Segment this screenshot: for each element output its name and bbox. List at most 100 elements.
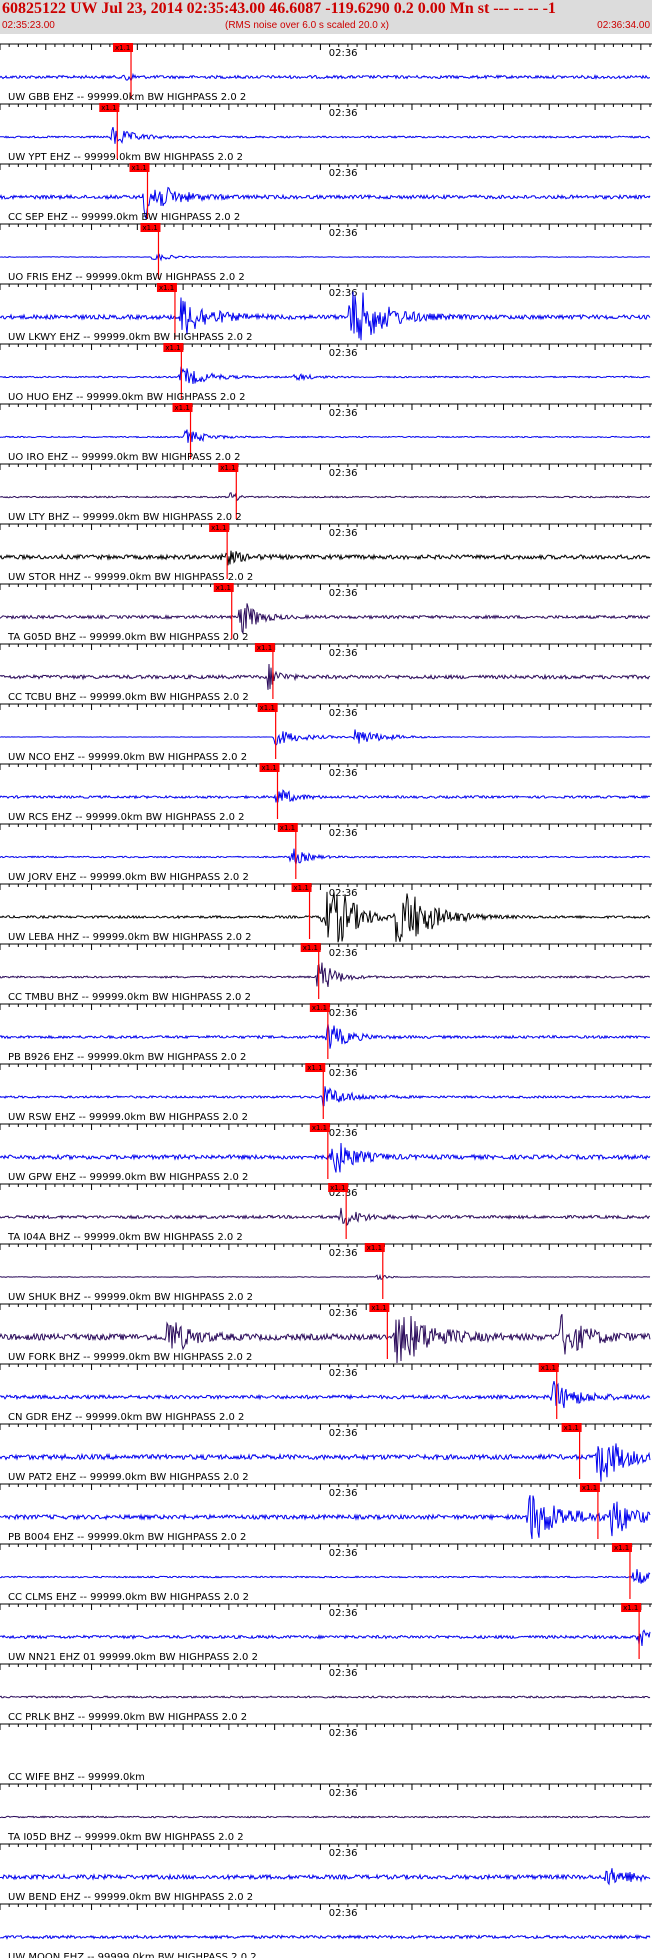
- pick-label: x1.1: [211, 524, 226, 532]
- trace-label: UW BEND EHZ -- 99999.0km BW HIGHPASS 2.0…: [8, 1892, 253, 1903]
- minute-label: 02:36: [329, 108, 358, 119]
- tick-marks-21: [0, 1304, 651, 1310]
- waveform-trace: [0, 729, 651, 746]
- trace-label: UW STOR HHZ -- 99999.0km BW HIGHPASS 2.0…: [8, 572, 253, 583]
- pick-marker: x1.1: [218, 463, 239, 519]
- minute-label: 02:36: [329, 1488, 358, 1499]
- minute-label: 02:36: [329, 828, 358, 839]
- waveform-trace: [0, 1086, 651, 1107]
- tick-marks-25: [0, 1544, 651, 1550]
- pick-label: x1.1: [623, 1604, 638, 1612]
- tick-marks-15: [0, 944, 651, 950]
- tick-marks-2: [0, 164, 651, 170]
- minute-label: 02:36: [329, 48, 358, 59]
- waveform-trace: [0, 789, 651, 803]
- tick-marks-23: [0, 1424, 651, 1430]
- minute-label: 02:36: [329, 228, 358, 239]
- tick-marks-24: [0, 1484, 651, 1490]
- minute-label: 02:36: [329, 1848, 358, 1859]
- waveform-trace: [0, 1629, 651, 1647]
- trace-label: UW NCO EHZ -- 99999.0km BW HIGHPASS 2.0 …: [8, 752, 247, 763]
- pick-label: x1.1: [131, 164, 146, 172]
- trace-label: UW GBB EHZ -- 99999.0km BW HIGHPASS 2.0 …: [8, 92, 246, 103]
- pick-label: x1.1: [142, 224, 157, 232]
- trace-label: UW JORV EHZ -- 99999.0km BW HIGHPASS 2.0…: [8, 872, 249, 883]
- trace-label: UW GPW EHZ -- 99999.0km BW HIGHPASS 2.0 …: [8, 1172, 248, 1183]
- tick-marks-27: [0, 1664, 651, 1670]
- end-time: 02:36:34.00: [597, 20, 650, 31]
- pick-label: x1.1: [280, 824, 295, 832]
- pick-marker: x1.1: [291, 883, 312, 939]
- trace-label: UO HUO EHZ -- 99999.0km BW HIGHPASS 2.0 …: [8, 392, 245, 403]
- waveform-trace: [0, 1868, 651, 1886]
- pick-label: x1.1: [115, 44, 130, 52]
- pick-label: x1.1: [261, 764, 276, 772]
- waveform-trace: [0, 1380, 651, 1409]
- tick-marks-13: [0, 824, 651, 830]
- tick-marks-28: [0, 1724, 651, 1730]
- pick-marker: x1.1: [156, 283, 177, 339]
- trace-label: UW LKWY EHZ -- 99999.0km BW HIGHPASS 2.0…: [8, 332, 253, 343]
- minute-label: 02:36: [329, 948, 358, 959]
- pick-marker: x1.1: [113, 43, 134, 99]
- minute-label: 02:36: [329, 1308, 358, 1319]
- pick-label: x1.1: [367, 1244, 382, 1252]
- trace-label: TA G05D BHZ -- 99999.0km BW HIGHPASS 2.0…: [7, 632, 248, 643]
- pick-marker: x1.1: [561, 1423, 582, 1479]
- minute-label: 02:36: [329, 708, 358, 719]
- pick-label: x1.1: [260, 704, 275, 712]
- waveform-trace: [0, 1207, 651, 1227]
- waveform-trace: [0, 962, 650, 987]
- tick-marks-1: [0, 104, 651, 110]
- trace-label: UW RSW EHZ -- 99999.0km BW HIGHPASS 2.0 …: [8, 1112, 248, 1123]
- minute-label: 02:36: [329, 1068, 358, 1079]
- tick-marks-9: [0, 584, 651, 590]
- pick-label: x1.1: [312, 1124, 327, 1132]
- trace-label: TA I04A BHZ -- 99999.0km BW HIGHPASS 2.0…: [7, 1232, 243, 1243]
- waveform-trace: [0, 429, 651, 443]
- trace-label: CC WIFE BHZ -- 99999.0km: [8, 1772, 145, 1783]
- trace-label: UO FRIS EHZ -- 99999.0km BW HIGHPASS 2.0…: [8, 272, 245, 283]
- waveform-trace: [0, 72, 650, 82]
- pick-marker: x1.1: [328, 1183, 349, 1239]
- pick-label: x1.1: [371, 1304, 386, 1312]
- pick-marker: x1.1: [209, 523, 230, 579]
- waveform-trace: [0, 492, 651, 502]
- start-time: 02:35:23.00: [2, 20, 55, 31]
- pick-marker: x1.1: [621, 1603, 642, 1659]
- waveform-trace: [0, 1023, 651, 1049]
- pick-label: x1.1: [159, 284, 174, 292]
- pick-label: x1.1: [175, 404, 190, 412]
- tick-marks-30: [0, 1844, 651, 1850]
- waveform-trace: [0, 366, 651, 385]
- pick-marker: x1.1: [254, 643, 275, 699]
- trace-label: CN GDR EHZ -- 99999.0km BW HIGHPASS 2.0 …: [8, 1412, 244, 1423]
- tick-marks-11: [0, 704, 651, 710]
- minute-label: 02:36: [329, 1668, 358, 1679]
- waveform-trace: [0, 603, 651, 635]
- trace-label: UW YPT EHZ -- 99999.0km BW HIGHPASS 2.0 …: [8, 152, 243, 163]
- pick-label: x1.1: [220, 464, 235, 472]
- waveform-trace: [0, 1934, 651, 1941]
- trace-label: UW SHUK BHZ -- 99999.0km BW HIGHPASS 2.0…: [8, 1292, 253, 1303]
- trace-label: UW PAT2 EHZ -- 99999.0km BW HIGHPASS 2.0…: [8, 1472, 249, 1483]
- pick-marker: x1.1: [611, 1543, 632, 1599]
- seismogram-plot: 02:36 x1.1 UW GBB EHZ -- 99999.0km BW HIGH…: [0, 43, 652, 1958]
- trace-label: UW NN21 EHZ 01 99999.0km BW HIGHPASS 2.0…: [8, 1652, 258, 1663]
- trace-label: UW RCS EHZ -- 99999.0km BW HIGHPASS 2.0 …: [8, 812, 245, 823]
- tick-marks-3: [0, 224, 651, 230]
- waveform-trace: [0, 1695, 651, 1699]
- pick-marker: x1.1: [277, 823, 298, 879]
- trace-label: TA I05D BHZ -- 99999.0km BW HIGHPASS 2.0…: [7, 1832, 244, 1843]
- waveform-trace: [0, 1569, 651, 1584]
- pick-label: x1.1: [330, 1184, 345, 1192]
- trace-label: CC TCBU BHZ -- 99999.0km BW HIGHPASS 2.0…: [8, 692, 249, 703]
- tick-marks-12: [0, 764, 651, 770]
- waveform-trace: [0, 663, 651, 690]
- minute-label: 02:36: [329, 1728, 358, 1739]
- tick-marks-31: [0, 1904, 651, 1910]
- waveform-trace: [0, 1273, 651, 1281]
- waveform-trace: [0, 550, 651, 566]
- tick-marks-19: [0, 1184, 651, 1190]
- tick-marks-7: [0, 464, 651, 470]
